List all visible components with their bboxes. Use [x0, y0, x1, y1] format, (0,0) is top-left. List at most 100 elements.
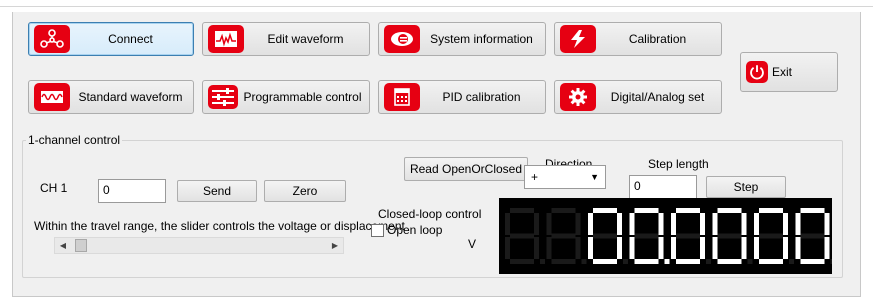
segment-6-f — [754, 213, 759, 235]
exit-label: Exit — [772, 65, 793, 79]
calibration-label: Calibration — [628, 32, 687, 46]
open-loop-label: Open loop — [387, 223, 443, 237]
digital-analog-set-button[interactable]: Digital/Analog set — [554, 80, 722, 114]
segment-2-b — [617, 213, 622, 235]
segment-1-f — [546, 213, 552, 235]
segment-3-c — [658, 237, 664, 259]
wave-icon — [34, 83, 70, 111]
system-information-button[interactable]: System information — [378, 22, 546, 56]
segment-4-a — [676, 208, 700, 213]
segment-6-e — [754, 237, 759, 259]
system-information-label: System information — [430, 32, 533, 46]
segment-6-g — [759, 233, 783, 239]
slider-track[interactable] — [71, 238, 327, 253]
connect-label: Connect — [108, 32, 153, 46]
segment-4-d — [676, 259, 700, 264]
segment-5-e — [712, 237, 718, 259]
decimal-point-1 — [581, 259, 587, 264]
seven-segment-display — [499, 198, 832, 274]
edit-waveform-button[interactable]: Edit waveform — [202, 22, 370, 56]
decimal-point-3 — [664, 259, 670, 264]
decimal-point-2 — [623, 259, 628, 264]
segment-1-e — [546, 237, 552, 259]
channel-value-input[interactable]: 0 — [98, 179, 166, 203]
segment-4-c — [700, 237, 705, 259]
segment-6-a — [759, 208, 783, 213]
segment-0-g — [510, 233, 534, 239]
power-icon — [746, 61, 768, 83]
segment-2-e — [588, 237, 593, 259]
chevron-down-icon: ▼ — [590, 172, 599, 182]
pid-calibration-button[interactable]: PID calibration — [378, 80, 546, 114]
step-button[interactable]: Step — [706, 176, 786, 198]
gear-icon — [560, 83, 596, 111]
value-slider[interactable]: ◀ ▶ — [54, 237, 344, 254]
chevron-right-icon[interactable]: ▶ — [327, 241, 343, 250]
sliders-icon — [208, 85, 238, 109]
exit-button[interactable]: Exit — [740, 52, 838, 92]
slider-thumb[interactable] — [75, 239, 87, 252]
pid-calibration-label: PID calibration — [442, 90, 521, 104]
segment-6-b — [783, 213, 788, 235]
send-button[interactable]: Send — [177, 180, 257, 202]
programmable-control-label: Programmable control — [243, 90, 362, 104]
segment-2-f — [588, 213, 593, 235]
direction-value: + — [531, 170, 539, 184]
read-open-or-closed-button[interactable]: Read OpenOrClosed — [404, 157, 528, 181]
segment-3-d — [634, 259, 659, 264]
segment-2-a — [593, 208, 617, 213]
edit-waveform-label: Edit waveform — [267, 32, 344, 46]
slider-hint-text: Within the travel range, the slider cont… — [34, 219, 405, 233]
segment-1-b — [575, 213, 581, 235]
segment-4-b — [700, 213, 705, 235]
segment-1-d — [551, 259, 576, 264]
segment-3-g — [634, 233, 659, 239]
segment-2-d — [593, 259, 617, 264]
segment-1-a — [551, 208, 576, 213]
lightning-icon — [560, 25, 596, 53]
calibration-button[interactable]: Calibration — [554, 22, 722, 56]
segment-7-c — [824, 237, 830, 259]
segment-3-a — [634, 208, 659, 213]
segment-4-g — [676, 233, 700, 239]
segment-6-d — [759, 259, 783, 264]
decimal-point-5 — [747, 259, 753, 264]
channel-label: CH 1 — [40, 181, 68, 195]
zero-button[interactable]: Zero — [264, 180, 346, 202]
segment-0-c — [534, 237, 539, 259]
segment-5-g — [717, 233, 742, 239]
segment-3-e — [629, 237, 635, 259]
segment-0-d — [510, 259, 534, 264]
decimal-point-7 — [830, 259, 832, 264]
segment-5-c — [741, 237, 747, 259]
chevron-left-icon[interactable]: ◀ — [55, 241, 71, 250]
segment-2-c — [617, 237, 622, 259]
segment-0-a — [510, 208, 534, 213]
segment-1-c — [575, 237, 581, 259]
connect-icon — [34, 25, 70, 53]
segment-6-c — [783, 237, 788, 259]
programmable-control-button[interactable]: Programmable control — [202, 80, 370, 114]
segment-0-e — [505, 237, 510, 259]
segment-7-f — [795, 213, 801, 235]
segment-5-d — [717, 259, 742, 264]
step-length-input[interactable]: 0 — [629, 175, 697, 199]
segment-5-f — [712, 213, 718, 235]
calendar-icon — [384, 83, 420, 111]
segment-0-f — [505, 213, 510, 235]
step-length-label: Step length — [648, 157, 709, 171]
standard-waveform-label: Standard waveform — [78, 90, 183, 104]
connect-button[interactable]: Connect — [28, 22, 194, 56]
segment-7-g — [800, 233, 825, 239]
checkbox-box — [371, 223, 384, 237]
open-loop-checkbox[interactable]: Open loop — [371, 223, 442, 237]
segment-5-a — [717, 208, 742, 213]
standard-waveform-button[interactable]: Standard waveform — [28, 80, 194, 114]
segment-4-f — [671, 213, 676, 235]
segment-1-g — [551, 233, 576, 239]
decimal-point-4 — [706, 259, 711, 264]
direction-select[interactable]: + ▼ — [524, 165, 606, 189]
segment-2-g — [593, 233, 617, 239]
segment-7-e — [795, 237, 801, 259]
segment-7-d — [800, 259, 825, 264]
